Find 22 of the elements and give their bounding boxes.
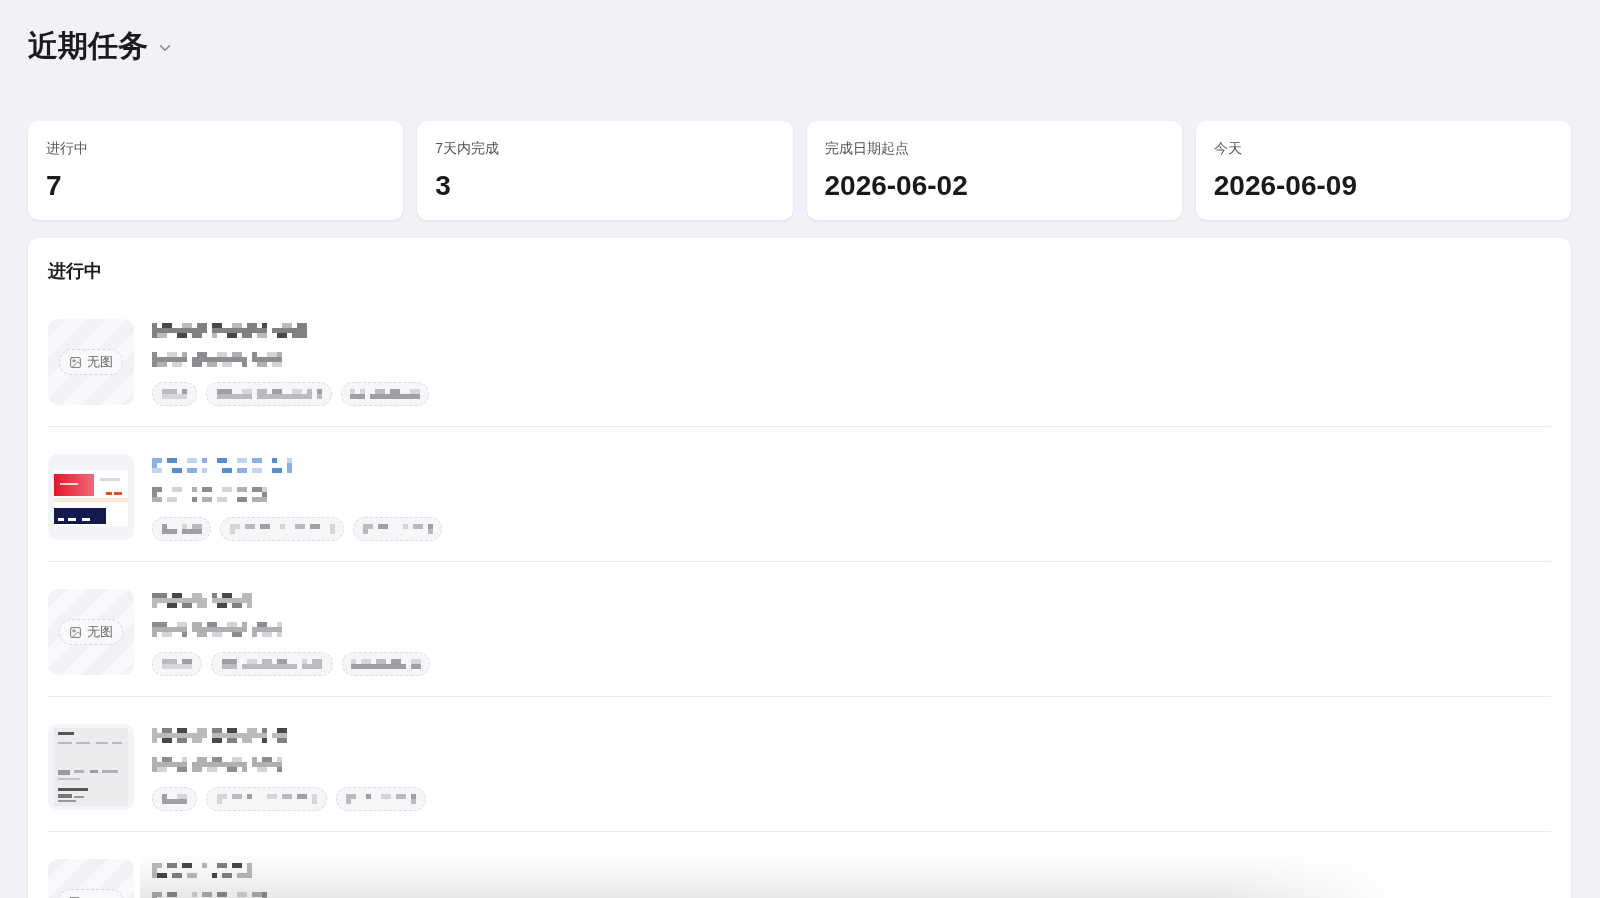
stat-label: 进行中 <box>46 139 88 158</box>
pixelated-tag-text <box>362 524 433 534</box>
pixelated-tag-text <box>350 389 420 399</box>
stat-value: 3 <box>435 169 451 203</box>
pixelated-tag-text <box>351 659 421 669</box>
stat-value: 7 <box>46 169 62 203</box>
stat-label: 7天内完成 <box>435 139 500 158</box>
section-title: 进行中 <box>48 260 102 282</box>
pixelated-tag-text <box>161 524 202 534</box>
pixelated-tag-text <box>346 794 416 804</box>
stat-label: 完成日期起点 <box>824 139 909 158</box>
pixelated-tag-text <box>162 794 187 804</box>
pixelated-tag-text <box>162 389 187 399</box>
image-icon <box>69 355 82 369</box>
image-icon <box>69 625 82 639</box>
stat-label: 今天 <box>1213 139 1242 158</box>
stat-value: 2026-06-02 <box>824 169 968 203</box>
no-image-label: 无图 <box>87 624 113 640</box>
no-image-label: 无图 <box>87 354 113 370</box>
pixelated-tag-text <box>162 659 192 669</box>
page-title: 近期任务 <box>28 28 148 64</box>
stat-value: 2026-06-09 <box>1213 169 1357 203</box>
